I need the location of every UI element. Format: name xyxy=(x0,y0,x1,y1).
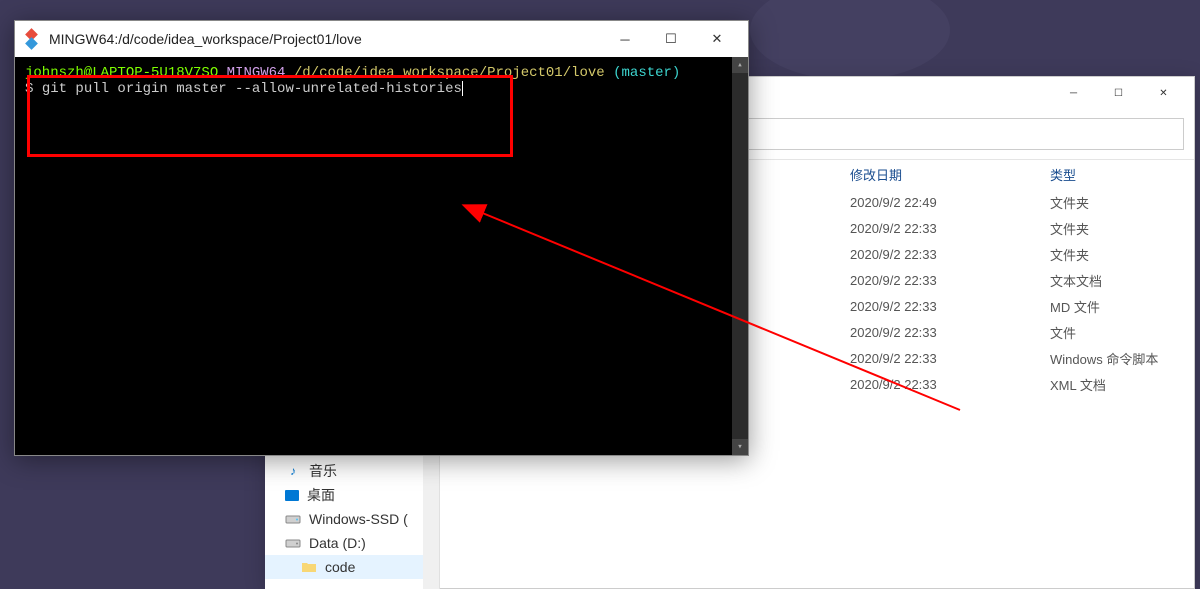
terminal-title: MINGW64:/d/code/idea_workspace/Project01… xyxy=(49,31,602,47)
scroll-down-icon[interactable]: ▾ xyxy=(732,439,748,455)
desktop-icon xyxy=(285,490,299,501)
column-date[interactable]: 修改日期 xyxy=(850,165,1050,184)
sidebar-item-label: code xyxy=(325,559,355,575)
explorer-sidebar: ♪ 音乐 桌面 Windows-SSD ( Data (D:) code xyxy=(265,455,440,589)
prompt-path: /d/code/idea_workspace/Project01/love xyxy=(294,65,605,81)
terminal-titlebar[interactable]: MINGW64:/d/code/idea_workspace/Project01… xyxy=(15,21,748,57)
sidebar-item-data-d[interactable]: Data (D:) xyxy=(265,531,439,555)
sidebar-item-code[interactable]: code xyxy=(265,555,439,579)
sidebar-item-label: 音乐 xyxy=(309,461,337,481)
sidebar-item-windows-ssd[interactable]: Windows-SSD ( xyxy=(265,507,439,531)
minimize-button[interactable]: ─ xyxy=(602,24,648,54)
close-button[interactable]: ✕ xyxy=(1141,79,1186,107)
sidebar-item-desktop[interactable]: 桌面 xyxy=(265,483,439,507)
drive-icon xyxy=(285,511,301,527)
prompt-user: johnszh@LAPTOP-5U18V7SO xyxy=(25,65,218,81)
music-icon: ♪ xyxy=(285,463,301,479)
maximize-button[interactable]: ☐ xyxy=(1096,79,1141,107)
sidebar-item-label: Data (D:) xyxy=(309,535,366,551)
terminal-prompt-line: johnszh@LAPTOP-5U18V7SO MINGW64 /d/code/… xyxy=(25,65,738,81)
sidebar-item-label: Windows-SSD ( xyxy=(309,511,408,527)
terminal-command-line: $ git pull origin master --allow-unrelat… xyxy=(25,81,738,97)
close-button[interactable]: ✕ xyxy=(694,24,740,54)
sidebar-item-label: 桌面 xyxy=(307,485,335,505)
terminal-command: git pull origin master --allow-unrelated… xyxy=(42,81,462,97)
terminal-body[interactable]: ▴ ▾ johnszh@LAPTOP-5U18V7SO MINGW64 /d/c… xyxy=(15,57,748,455)
minimize-button[interactable]: ─ xyxy=(1051,79,1096,107)
maximize-button[interactable]: ☐ xyxy=(648,24,694,54)
folder-icon xyxy=(301,559,317,575)
sidebar-item-music[interactable]: ♪ 音乐 xyxy=(265,459,439,483)
sidebar-scrollbar[interactable] xyxy=(423,455,439,589)
terminal-window: MINGW64:/d/code/idea_workspace/Project01… xyxy=(14,20,749,456)
terminal-scrollbar[interactable]: ▴ ▾ xyxy=(732,57,748,455)
scroll-up-icon[interactable]: ▴ xyxy=(732,57,748,73)
prompt-branch: (master) xyxy=(613,65,680,81)
prompt-env: MINGW64 xyxy=(227,65,286,81)
watermark: https://blog.csdn.net/john1337 xyxy=(1028,569,1188,583)
git-bash-icon xyxy=(23,30,41,48)
prompt-dollar: $ xyxy=(25,81,42,97)
drive-icon xyxy=(285,535,301,551)
cursor xyxy=(462,81,463,96)
column-type[interactable]: 类型 xyxy=(1050,165,1190,184)
